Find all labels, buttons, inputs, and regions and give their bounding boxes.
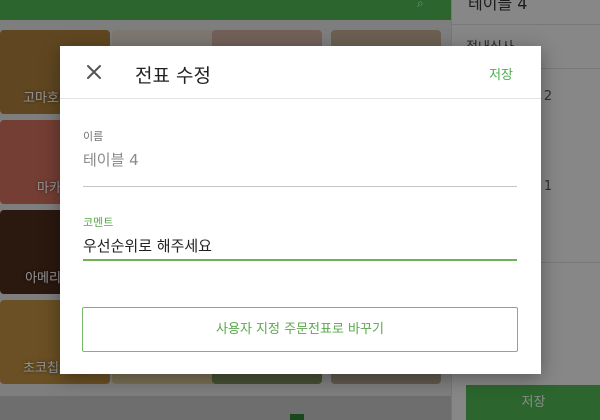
dialog-save-button[interactable]: 저장 xyxy=(489,64,513,83)
name-field-label: 이름 xyxy=(83,130,104,143)
name-field[interactable] xyxy=(83,147,517,173)
dialog-title: 전표 수정 xyxy=(135,65,211,87)
close-icon[interactable] xyxy=(82,60,106,84)
comment-field[interactable] xyxy=(83,232,517,258)
dialog-header: 전표 수정 저장 xyxy=(60,46,541,99)
name-field-underline xyxy=(83,186,517,187)
convert-custom-ticket-button[interactable]: 사용자 지정 주문전표로 바꾸기 xyxy=(82,307,518,352)
comment-field-label: 코멘트 xyxy=(83,216,114,229)
edit-ticket-dialog: 전표 수정 저장 이름 코멘트 사용자 지정 주문전표로 바꾸기 xyxy=(60,46,541,374)
comment-field-underline xyxy=(83,259,517,261)
